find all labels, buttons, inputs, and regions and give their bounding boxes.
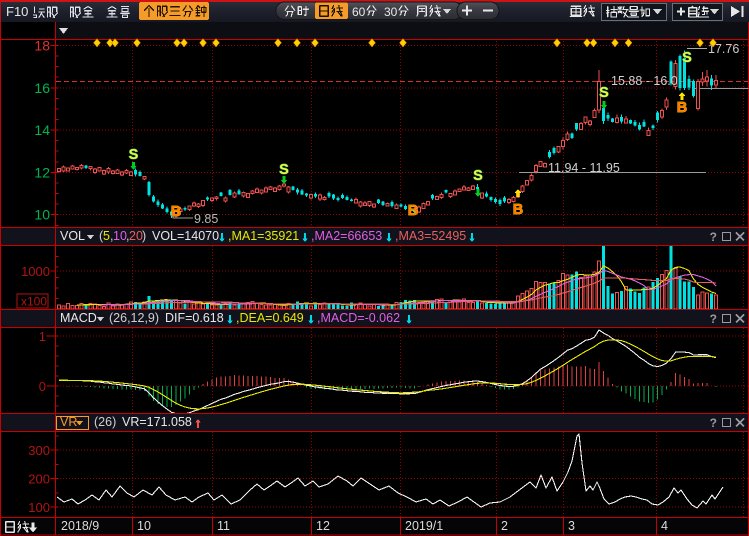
svg-text:10: 10 <box>113 229 127 243</box>
svg-text:DIF=0.618: DIF=0.618 <box>165 311 224 325</box>
svg-text:S: S <box>279 162 289 178</box>
svg-text:10: 10 <box>137 519 151 533</box>
svg-text:VR=171.058: VR=171.058 <box>122 415 192 429</box>
svg-text:VOL=14070: VOL=14070 <box>152 229 219 243</box>
svg-text:200: 200 <box>28 472 50 487</box>
svg-text:9.85: 9.85 <box>194 212 218 226</box>
svg-text:S: S <box>599 85 609 101</box>
svg-text:2018/9: 2018/9 <box>61 519 99 533</box>
svg-text:11.94 - 11.95: 11.94 - 11.95 <box>548 161 620 175</box>
svg-text:S: S <box>129 147 139 163</box>
svg-text:,MA3=52495: ,MA3=52495 <box>395 229 466 243</box>
svg-text:0: 0 <box>39 379 46 394</box>
svg-text:B: B <box>171 204 181 220</box>
svg-text:15.88 - 16.0: 15.88 - 16.0 <box>611 74 678 88</box>
svg-text:2019/1: 2019/1 <box>405 519 443 533</box>
svg-text:,DEA=0.649: ,DEA=0.649 <box>236 311 304 325</box>
svg-text:x100: x100 <box>21 295 47 309</box>
svg-text:12: 12 <box>316 519 330 533</box>
svg-text:VR: VR <box>60 415 77 429</box>
svg-text:14: 14 <box>34 122 50 138</box>
svg-text:16: 16 <box>34 80 50 96</box>
svg-text:B: B <box>513 202 523 218</box>
svg-text:,MA2=66653: ,MA2=66653 <box>311 229 382 243</box>
svg-text:(26): (26) <box>94 415 116 429</box>
svg-text:20: 20 <box>129 229 143 243</box>
svg-text:3: 3 <box>568 519 575 533</box>
svg-text:S: S <box>682 50 692 66</box>
svg-text:2: 2 <box>501 519 508 533</box>
svg-text:): ) <box>142 229 146 243</box>
svg-text:B: B <box>408 203 418 219</box>
svg-text:?: ? <box>710 230 717 244</box>
svg-text:1: 1 <box>39 329 46 344</box>
svg-text:S: S <box>473 168 483 184</box>
svg-text:(26,12,9): (26,12,9) <box>109 311 159 325</box>
svg-text:B: B <box>677 100 687 116</box>
svg-text:?: ? <box>710 312 717 326</box>
svg-text:12: 12 <box>34 164 50 180</box>
svg-text:100: 100 <box>28 500 50 515</box>
svg-text:MACD: MACD <box>60 311 97 325</box>
svg-text:30: 30 <box>384 5 398 19</box>
svg-text:5: 5 <box>103 229 110 243</box>
svg-text:,MACD=-0.062: ,MACD=-0.062 <box>317 311 400 325</box>
svg-text:,MA1=35921: ,MA1=35921 <box>228 229 299 243</box>
svg-text:?: ? <box>710 416 717 430</box>
svg-text:300: 300 <box>28 443 50 458</box>
svg-text:10: 10 <box>34 207 50 223</box>
svg-text:60: 60 <box>352 5 366 19</box>
svg-text:18: 18 <box>34 38 50 54</box>
svg-text:4: 4 <box>661 519 668 533</box>
svg-text:F10: F10 <box>6 4 28 19</box>
svg-text:VOL: VOL <box>60 229 85 243</box>
svg-text:11: 11 <box>217 519 230 533</box>
svg-text:1000: 1000 <box>21 264 50 279</box>
